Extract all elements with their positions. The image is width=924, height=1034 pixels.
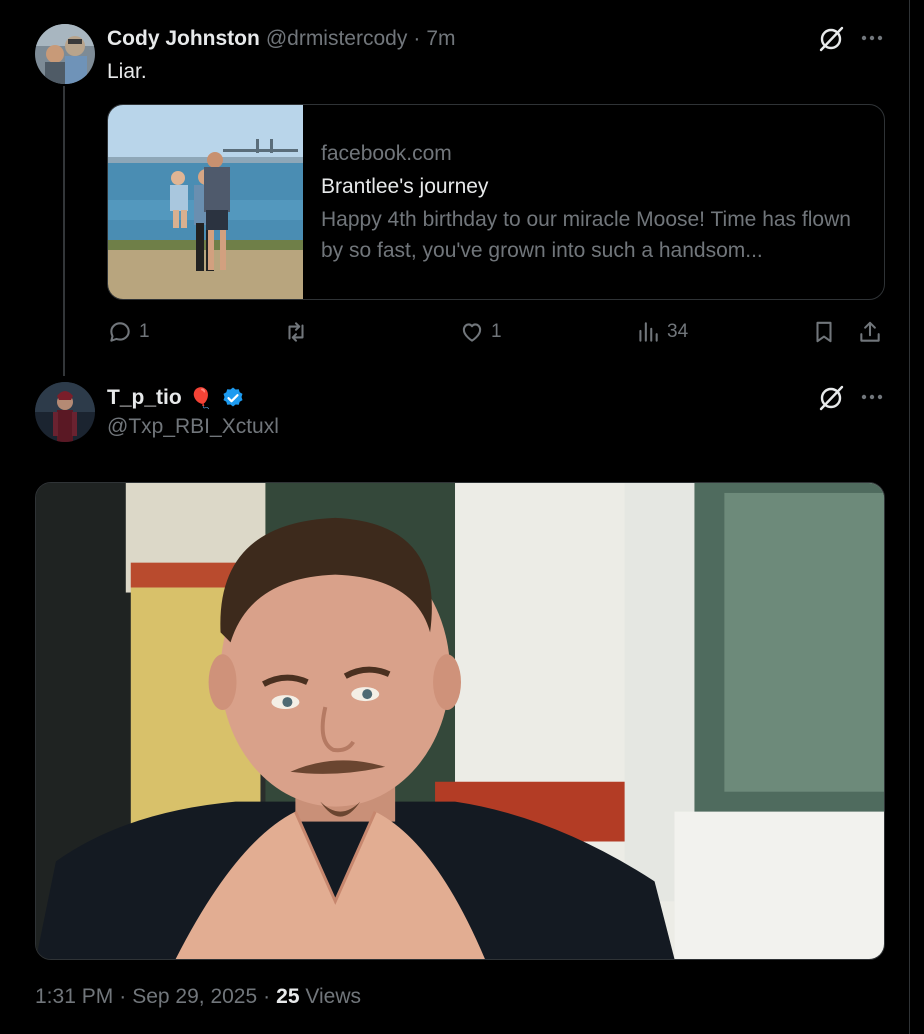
verified-badge-icon[interactable] — [221, 386, 245, 410]
link-preview-card[interactable]: facebook.com Brantlee's journey Happy 4t… — [107, 104, 885, 300]
thread-connector-line — [63, 86, 65, 376]
post-date[interactable]: Sep 29, 2025 — [132, 985, 257, 1009]
link-card-title: Brantlee's journey — [321, 175, 489, 198]
views-button[interactable]: 34 — [635, 316, 688, 348]
post-photo[interactable] — [35, 482, 885, 960]
reply-author-name[interactable]: Cody Johnston — [107, 27, 260, 51]
like-count: 1 — [491, 321, 502, 342]
post-views-label: Views — [305, 985, 362, 1008]
post-metadata: 1:31 PM · Sep 29, 2025 · 25 Views — [35, 985, 361, 1009]
meta-separator: · — [119, 985, 127, 1008]
grok-icon[interactable] — [816, 383, 846, 413]
main-author-avatar[interactable] — [35, 382, 95, 442]
link-card-domain: facebook.com — [321, 142, 452, 165]
reply-author-avatar[interactable] — [35, 24, 95, 84]
reply-time[interactable]: 7m — [426, 27, 455, 51]
balloon-emoji: 🎈 — [188, 387, 214, 410]
header-separator: · — [413, 27, 421, 50]
meta-separator: · — [263, 985, 271, 1008]
link-card-text: facebook.com Brantlee's journey Happy 4t… — [303, 105, 884, 299]
like-button[interactable]: 1 — [459, 316, 502, 348]
post-time[interactable]: 1:31 PM — [35, 985, 113, 1009]
views-chart-icon — [639, 322, 658, 342]
bookmark-icon — [816, 321, 832, 343]
link-card-thumbnail — [108, 105, 303, 299]
share-button[interactable] — [857, 316, 883, 348]
reply-text: Liar. — [107, 60, 147, 83]
share-icon — [860, 321, 880, 342]
timeline-border — [909, 0, 910, 1034]
main-author-handle[interactable]: @Txp_RBI_Xctuxl — [107, 415, 279, 439]
heart-icon — [462, 323, 482, 342]
repost-icon — [288, 322, 304, 342]
bookmark-button[interactable] — [811, 316, 837, 348]
reply-action-bar: 1 1 34 — [107, 316, 887, 348]
repost-button[interactable] — [283, 316, 315, 348]
grok-icon[interactable] — [816, 24, 846, 54]
reply-header: Cody Johnston @drmistercody · 7m — [107, 25, 456, 53]
link-card-description: Happy 4th birthday to our miracle Moose!… — [321, 208, 851, 262]
reply-button[interactable]: 1 — [107, 316, 150, 348]
post-views-count: 25 — [276, 985, 300, 1008]
reply-author-handle[interactable]: @drmistercody — [266, 27, 408, 51]
more-icon[interactable] — [858, 383, 886, 411]
reply-icon — [110, 322, 130, 342]
more-icon[interactable] — [858, 24, 886, 52]
views-count: 34 — [667, 321, 689, 342]
main-author-name[interactable]: T_p_tio — [107, 386, 182, 410]
post-views[interactable]: 25 Views — [276, 985, 361, 1009]
main-post-header: T_p_tio 🎈 — [107, 384, 245, 412]
reply-count: 1 — [139, 321, 150, 342]
